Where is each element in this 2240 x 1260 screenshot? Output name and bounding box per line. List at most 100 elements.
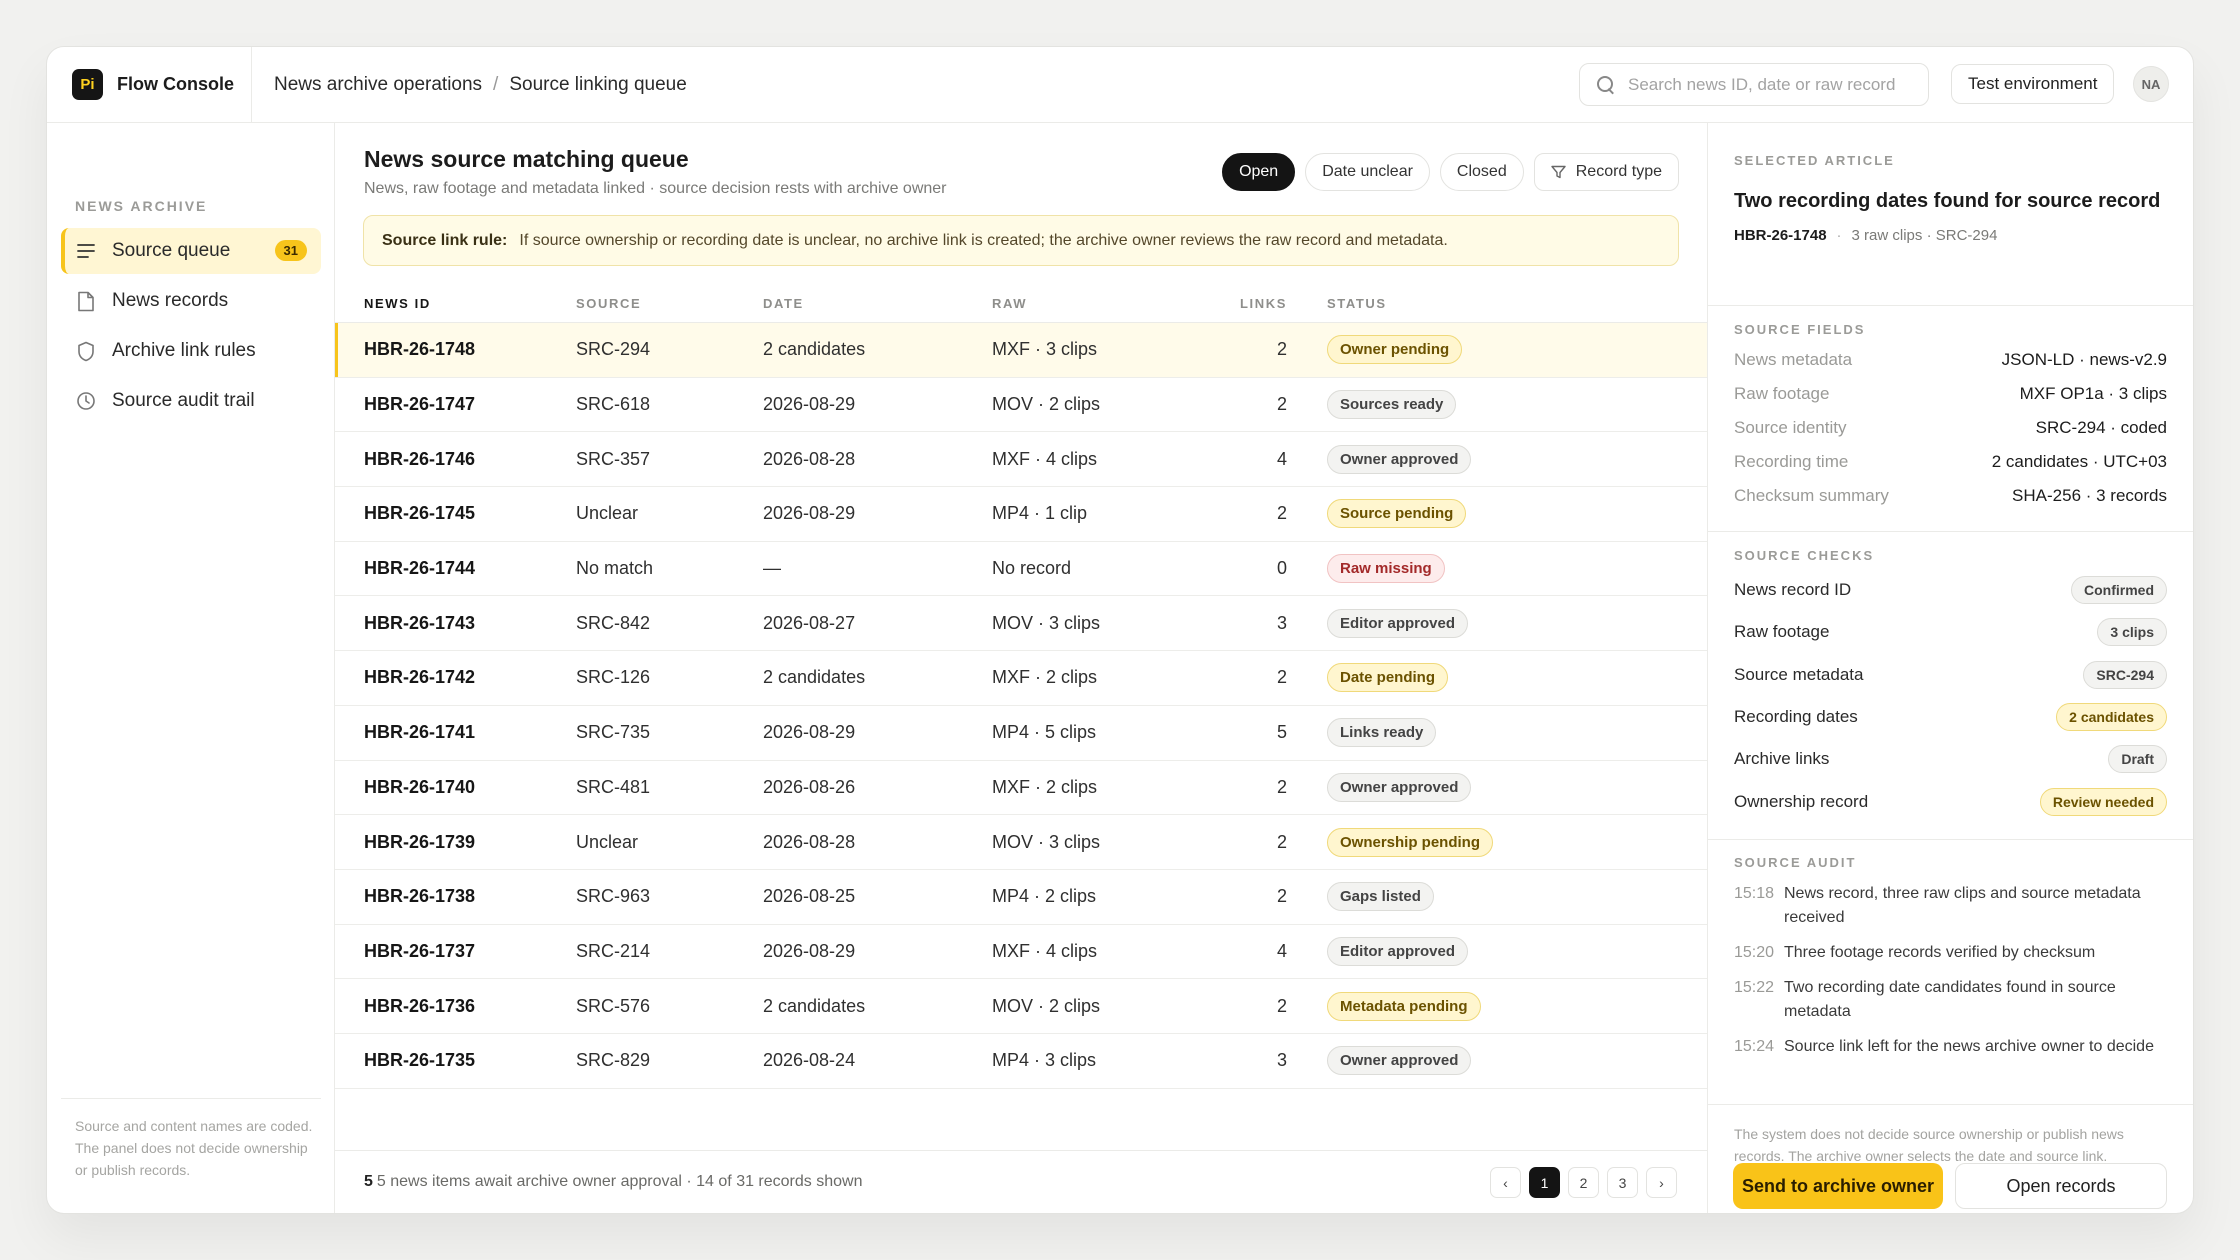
sidebar-item-archive-link-rules[interactable]: Archive link rules (61, 328, 321, 374)
table-row[interactable]: HBR-26-1737 SRC-214 2026-08-29 MXF · 4 clip… (335, 925, 1707, 980)
table-row[interactable]: HBR-26-1742 SRC-126 2 candidates MXF · 2 cl… (335, 651, 1707, 706)
main-content: News source matching queue News, raw foo… (335, 123, 1707, 1213)
cell-news-id: HBR-26-1746 (364, 448, 476, 469)
field-label: News metadata (1734, 350, 1853, 369)
cell-status: Ownership pending (1287, 827, 1494, 857)
status-badge: Gaps listed (1327, 882, 1434, 912)
status-badge: Editor approved (1327, 608, 1469, 638)
table-row[interactable]: HBR-26-1740 SRC-481 2026-08-26 MXF · 2 clip… (335, 761, 1707, 816)
audit-entry: 15:20 Three footage records verified by c… (1734, 941, 2167, 965)
audit-entry: 15:22 Two recording date candidates found… (1734, 976, 2167, 1024)
cell-links: 3 (1276, 612, 1287, 633)
filter-bar: Open Date unclear Closed Record type (1222, 153, 1679, 191)
cell-news-id: HBR-26-1739 (364, 831, 476, 852)
cell-raw: MXF · 4 clips (992, 940, 1098, 961)
rule-text: If source ownership or recording date is… (519, 231, 1448, 249)
table-row[interactable]: HBR-26-1748 SRC-294 2 candidates MXF · 3 cl… (335, 323, 1707, 378)
audit-time: 15:20 (1734, 944, 1775, 961)
table-row[interactable]: HBR-26-1739 Unclear 2026-08-28 MOV · 3 clip… (335, 815, 1707, 870)
environment-button[interactable]: Test environment (1951, 64, 2115, 104)
table-row[interactable]: HBR-26-1735 SRC-829 2026-08-24 MP4 · 3 clip… (335, 1034, 1707, 1089)
page-1-button[interactable]: 1 (1529, 1167, 1560, 1198)
source-audit-section: SOURCE AUDIT 15:18 News record, three raw… (1708, 855, 2193, 1070)
shield-icon (75, 340, 97, 362)
audit-entry: 15:18 News record, three raw clips and so… (1734, 882, 2167, 930)
pagination: ‹ 1 2 3 › (1490, 1167, 1677, 1198)
cell-source: SRC-214 (576, 940, 651, 961)
table-row[interactable]: HBR-26-1746 SRC-357 2026-08-28 MXF · 4 clip… (335, 432, 1707, 488)
column-header-source[interactable]: SOURCE (576, 296, 763, 311)
cell-links: 2 (1276, 667, 1287, 688)
cell-date: 2026-08-28 (763, 448, 856, 469)
section-heading: SOURCE AUDIT (1734, 855, 1857, 870)
cell-links: 2 (1276, 503, 1287, 524)
sidebar-item-news-records[interactable]: News records (61, 278, 321, 324)
column-header-news-id[interactable]: NEWS ID (335, 296, 576, 311)
brand[interactable]: Pi Flow Console (47, 47, 252, 122)
cell-links: 3 (1276, 1050, 1287, 1071)
previous-page-button[interactable]: ‹ (1490, 1167, 1521, 1198)
queue-count-badge: 31 (274, 240, 307, 261)
table-row[interactable]: HBR-26-1745 Unclear 2026-08-29 MP4 · 1 clip… (335, 487, 1707, 542)
send-to-archive-owner-button[interactable]: Send to archive owner (1733, 1163, 1943, 1209)
source-check: Source metadata SRC-294 (1734, 654, 2167, 696)
table-row[interactable]: HBR-26-1744 No match — No record 0 Raw missin… (335, 542, 1707, 597)
filter-closed[interactable]: Closed (1439, 153, 1524, 191)
filter-date-unclear[interactable]: Date unclear (1305, 153, 1430, 191)
app-window: Pi Flow Console News archive operations … (46, 46, 2194, 1214)
article-id: HBR-26-1748 (1734, 227, 1827, 244)
cell-date: 2026-08-27 (763, 612, 856, 633)
cell-source: SRC-126 (576, 667, 651, 688)
column-header-links[interactable]: LINKS (1219, 296, 1287, 311)
table-row[interactable]: HBR-26-1738 SRC-963 2026-08-25 MP4 · 2 clip… (335, 870, 1707, 925)
field-value: JSON-LD · news-v2.9 (2001, 350, 2167, 369)
table-row[interactable]: HBR-26-1743 SRC-842 2026-08-27 MOV · 3 clip… (335, 596, 1707, 652)
cell-links: 2 (1276, 995, 1287, 1016)
sidebar-item-source-queue[interactable]: Source queue 31 (61, 228, 321, 274)
cell-links: 2 (1276, 339, 1287, 360)
cell-status: Sources ready (1287, 390, 1457, 420)
search-box[interactable] (1579, 63, 1929, 106)
audit-text: Two recording date candidates found in s… (1784, 979, 2116, 1020)
cell-raw: No record (992, 558, 1072, 579)
field-label: Source identity (1734, 418, 1847, 437)
check-label: Archive links (1734, 749, 1830, 769)
divider (1708, 839, 2193, 840)
search-input[interactable] (1628, 74, 1918, 95)
cell-source: Unclear (576, 503, 639, 524)
cell-news-id: HBR-26-1736 (364, 995, 476, 1016)
cell-raw: MXF · 2 clips (992, 667, 1098, 688)
column-header-status[interactable]: STATUS (1287, 296, 1387, 311)
table-row[interactable]: HBR-26-1741 SRC-735 2026-08-29 MP4 · 5 clip… (335, 706, 1707, 761)
cell-source: SRC-842 (576, 612, 651, 633)
column-header-raw[interactable]: RAW (992, 296, 1219, 311)
page-2-button[interactable]: 2 (1568, 1167, 1599, 1198)
page-3-button[interactable]: 3 (1607, 1167, 1638, 1198)
filter-record-type[interactable]: Record type (1533, 153, 1679, 191)
next-page-button[interactable]: › (1646, 1167, 1677, 1198)
filter-open[interactable]: Open (1222, 153, 1296, 191)
cell-date: — (763, 558, 781, 579)
sidebar-footnote: Source and content names are coded. The … (61, 1098, 321, 1181)
check-label: Source metadata (1734, 664, 1864, 684)
audit-time: 15:24 (1734, 1038, 1775, 1055)
cell-status: Gaps listed (1287, 882, 1434, 912)
cell-date: 2026-08-29 (763, 503, 856, 524)
panel-disclaimer: The system does not decide source owners… (1734, 1126, 2124, 1164)
table-row[interactable]: HBR-26-1747 SRC-618 2026-08-29 MOV · 2 clip… (335, 378, 1707, 433)
open-records-button[interactable]: Open records (1955, 1163, 2167, 1209)
breadcrumb-item-archive-operations[interactable]: News archive operations (274, 74, 482, 96)
cell-news-id: HBR-26-1735 (364, 1050, 476, 1071)
cell-news-id: HBR-26-1737 (364, 940, 476, 961)
sidebar-item-source-audit-trail[interactable]: Source audit trail (61, 378, 321, 424)
sidebar-item-label: News records (112, 290, 229, 311)
table-row[interactable]: HBR-26-1736 SRC-576 2 candidates MOV · 2 cl… (335, 979, 1707, 1034)
cell-source: SRC-618 (576, 394, 651, 415)
table-body: HBR-26-1748 SRC-294 2 candidates MXF · 3 cl… (335, 323, 1707, 1089)
cell-status: Owner approved (1287, 1046, 1472, 1076)
cell-status: Owner pending (1287, 335, 1463, 365)
column-header-date[interactable]: DATE (763, 296, 992, 311)
divider (1708, 1104, 2193, 1105)
avatar[interactable]: NA (2133, 66, 2169, 102)
status-badge: Metadata pending (1327, 991, 1481, 1021)
